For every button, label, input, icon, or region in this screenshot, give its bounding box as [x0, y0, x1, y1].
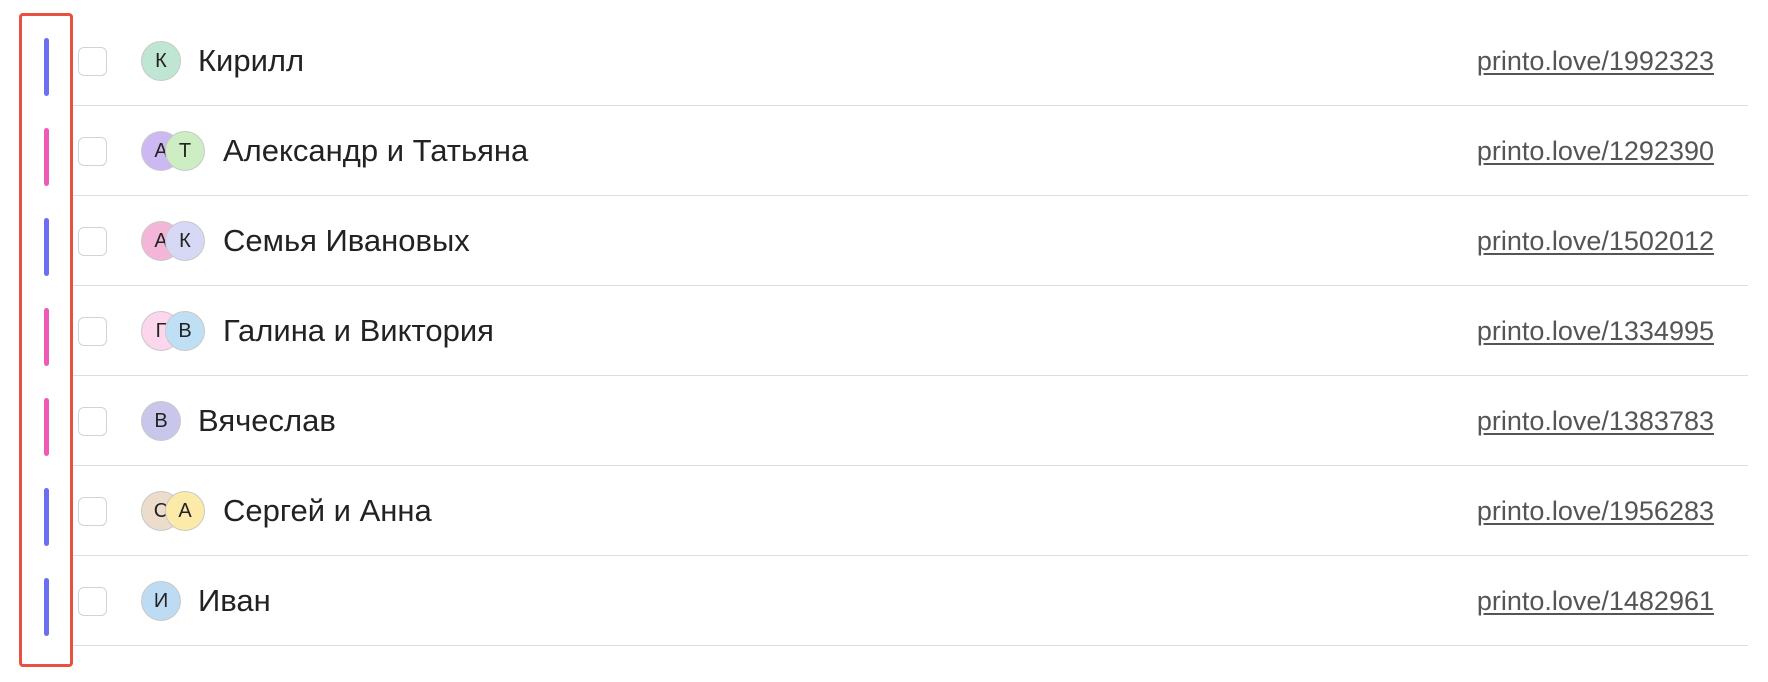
- row-accent-bar: [44, 128, 49, 186]
- contact-name: Александр и Татьяна: [223, 133, 529, 168]
- row-checkbox[interactable]: [78, 137, 107, 166]
- contact-name: Сергей и Анна: [223, 493, 432, 528]
- contact-name: Семья Ивановых: [223, 223, 470, 258]
- contact-name: Вячеслав: [198, 403, 336, 438]
- avatar: В: [165, 311, 205, 351]
- row-checkbox[interactable]: [78, 587, 107, 616]
- avatar-group: ГВ: [141, 311, 205, 351]
- list-item[interactable]: А Т Александр и Татьяна printo.love/1292390: [0, 106, 1768, 196]
- row-accent-bar: [44, 218, 49, 276]
- row-accent-bar: [44, 38, 49, 96]
- list-item[interactable]: Г В Галина и Виктория printo.love/1334995: [0, 286, 1768, 376]
- row-accent-bar: [44, 308, 49, 366]
- avatar-group: СА: [141, 491, 205, 531]
- avatar: А: [165, 491, 205, 531]
- row-checkbox[interactable]: [78, 47, 107, 76]
- row-checkbox[interactable]: [78, 407, 107, 436]
- printo-link[interactable]: printo.love/1502012: [1477, 223, 1714, 259]
- row-accent-bar: [44, 398, 49, 456]
- avatar: В: [141, 401, 181, 441]
- list-item[interactable]: В Вячеслав printo.love/1383783: [0, 376, 1768, 466]
- avatar: И: [141, 581, 181, 621]
- row-accent-bar: [44, 578, 49, 636]
- list-item[interactable]: И Иван printo.love/1482961: [0, 556, 1768, 646]
- row-checkbox[interactable]: [78, 317, 107, 346]
- list-item[interactable]: А К Семья Ивановых printo.love/1502012: [0, 196, 1768, 286]
- list-item[interactable]: К Кирилл printo.love/1992323: [0, 16, 1768, 106]
- printo-link[interactable]: printo.love/1292390: [1477, 133, 1714, 169]
- avatar-group: В: [141, 401, 181, 441]
- avatar: Т: [165, 131, 205, 171]
- contact-name: Иван: [198, 583, 271, 618]
- contact-name: Галина и Виктория: [223, 313, 494, 348]
- printo-link[interactable]: printo.love/1482961: [1477, 583, 1714, 619]
- row-accent-bar: [44, 488, 49, 546]
- avatar: К: [141, 41, 181, 81]
- printo-link[interactable]: printo.love/1334995: [1477, 313, 1714, 349]
- row-checkbox[interactable]: [78, 497, 107, 526]
- contacts-list: К Кирилл printo.love/1992323 А Т Александр и …: [0, 16, 1768, 646]
- avatar: К: [165, 221, 205, 261]
- contacts-list-page: К Кирилл printo.love/1992323 А Т Александр и …: [0, 0, 1768, 682]
- printo-link[interactable]: printo.love/1383783: [1477, 403, 1714, 439]
- printo-link[interactable]: printo.love/1956283: [1477, 493, 1714, 529]
- contact-name: Кирилл: [198, 43, 305, 78]
- avatar-group: К: [141, 41, 181, 81]
- row-checkbox[interactable]: [78, 227, 107, 256]
- avatar-group: АТ: [141, 131, 205, 171]
- avatar-group: АК: [141, 221, 205, 261]
- list-item[interactable]: С А Сергей и Анна printo.love/1956283: [0, 466, 1768, 556]
- avatar-group: И: [141, 581, 181, 621]
- printo-link[interactable]: printo.love/1992323: [1477, 43, 1714, 79]
